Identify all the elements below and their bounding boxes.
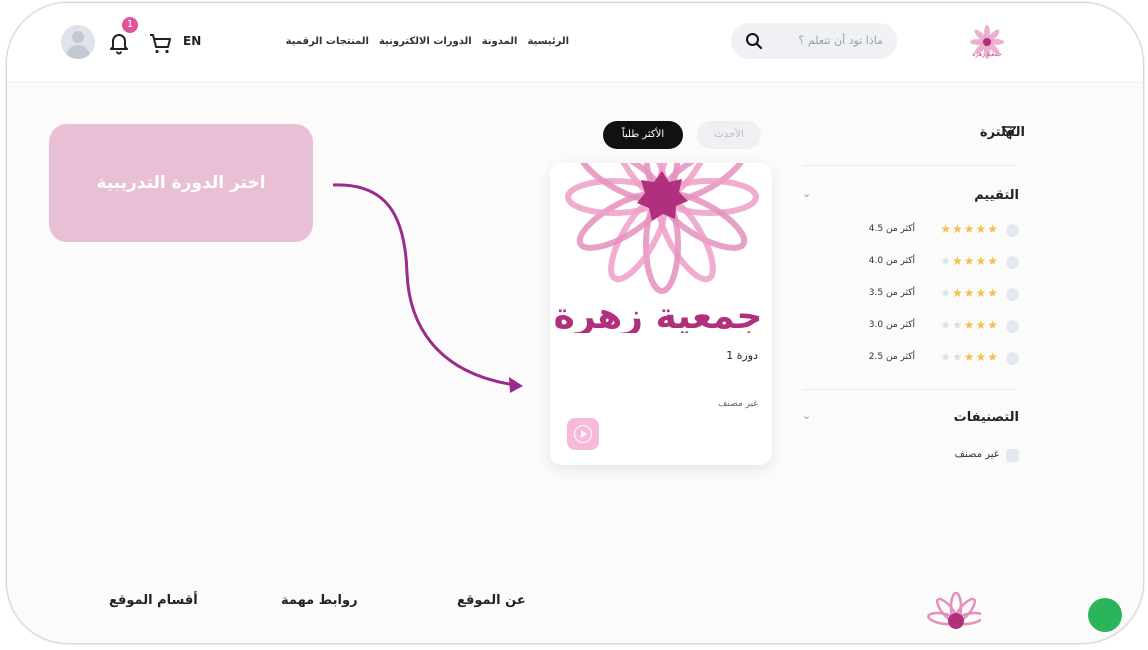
- divider: [803, 389, 1017, 390]
- divider: [803, 165, 1017, 166]
- user-avatar[interactable]: [61, 25, 95, 59]
- browser-frame: 1 EN الرئيسية المدونة الدورات الالكتروني…: [6, 2, 1144, 644]
- site-logo[interactable]: [965, 17, 1009, 67]
- category-label: غير مصنف: [954, 449, 999, 460]
- radio-button[interactable]: [1006, 352, 1019, 365]
- course-thumbnail-brand-text: جمعية زهرة: [554, 296, 763, 333]
- search-icon[interactable]: [745, 32, 763, 50]
- star-rating-icons: ★★★★★: [940, 286, 999, 300]
- play-icon: [581, 430, 587, 438]
- footer-logo: [927, 591, 981, 629]
- search-box[interactable]: ماذا تود أن تتعلم ؟: [731, 23, 897, 59]
- notification-badge: 1: [122, 17, 138, 33]
- play-button[interactable]: [567, 418, 599, 450]
- footer-site-sections-heading: أقسام الموقع: [109, 593, 198, 608]
- chevron-down-icon[interactable]: ⌄: [802, 409, 811, 422]
- rating-section-title[interactable]: التقييم: [974, 188, 1019, 203]
- main-nav: الرئيسية المدونة الدورات الالكترونية الم…: [286, 36, 569, 47]
- site-header: 1 EN الرئيسية المدونة الدورات الالكتروني…: [7, 3, 1143, 81]
- rating-label: أكثر من 4.5: [868, 224, 915, 234]
- rating-option-2-5[interactable]: ★★★★★ أكثر من 2.5: [853, 350, 1019, 367]
- radio-button[interactable]: [1006, 256, 1019, 269]
- radio-button[interactable]: [1006, 224, 1019, 237]
- star-rating-icons: ★★★★★: [940, 350, 999, 364]
- radio-button[interactable]: [1006, 288, 1019, 301]
- sort-most-popular-button[interactable]: الأكثر طلباً: [603, 121, 683, 149]
- category-option[interactable]: غير مصنف: [937, 448, 1019, 464]
- nav-item-home[interactable]: الرئيسية: [527, 36, 569, 47]
- language-switch[interactable]: EN: [183, 34, 201, 48]
- course-card[interactable]: جمعية زهرة دورة 1 غير مصنف: [550, 163, 772, 465]
- rating-label: أكثر من 2.5: [868, 352, 915, 362]
- footer-important-links-heading: روابط مهمة: [281, 593, 358, 608]
- rating-option-4-0[interactable]: ★★★★★ أكثر من 4.0: [853, 254, 1019, 271]
- rating-option-4-5[interactable]: ★★★★★ أكثر من 4.5: [853, 222, 1019, 239]
- star-rating-icons: ★★★★★: [940, 222, 999, 236]
- rating-label: أكثر من 3.5: [868, 288, 915, 298]
- nav-item-courses[interactable]: الدورات الالكترونية: [379, 36, 472, 47]
- sort-newest-button[interactable]: الأحدث: [697, 121, 761, 149]
- chat-widget-icon[interactable]: [1088, 598, 1122, 632]
- cart-icon[interactable]: [148, 33, 172, 55]
- footer-about-heading: عن الموقع: [457, 593, 526, 608]
- callout-arrow: [332, 183, 523, 393]
- rating-option-3-0[interactable]: ★★★★★ أكثر من 3.0: [853, 318, 1019, 335]
- course-thumbnail: جمعية زهرة: [550, 163, 772, 333]
- filter-title: الفلترة: [979, 125, 1025, 140]
- radio-button[interactable]: [1006, 320, 1019, 333]
- tutorial-callout: اختر الدورة التدريبية: [49, 124, 313, 242]
- rating-option-3-5[interactable]: ★★★★★ أكثر من 3.5: [853, 286, 1019, 303]
- rating-label: أكثر من 4.0: [868, 256, 915, 266]
- chevron-down-icon[interactable]: ⌄: [802, 187, 811, 200]
- checkbox[interactable]: [1006, 449, 1019, 462]
- search-placeholder: ماذا تود أن تتعلم ؟: [798, 34, 883, 47]
- course-category: غير مصنف: [718, 399, 758, 409]
- star-rating-icons: ★★★★★: [940, 318, 999, 332]
- rating-label: أكثر من 3.0: [868, 320, 915, 330]
- nav-item-blog[interactable]: المدونة: [482, 36, 518, 47]
- categories-section-title[interactable]: التصنيفات: [954, 410, 1019, 425]
- star-rating-icons: ★★★★★: [940, 254, 999, 268]
- bell-icon[interactable]: [107, 31, 131, 55]
- nav-item-digital-products[interactable]: المنتجات الرقمية: [286, 36, 369, 47]
- course-title[interactable]: دورة 1: [726, 349, 758, 362]
- logo-text: جمعية زهرة: [972, 51, 1002, 58]
